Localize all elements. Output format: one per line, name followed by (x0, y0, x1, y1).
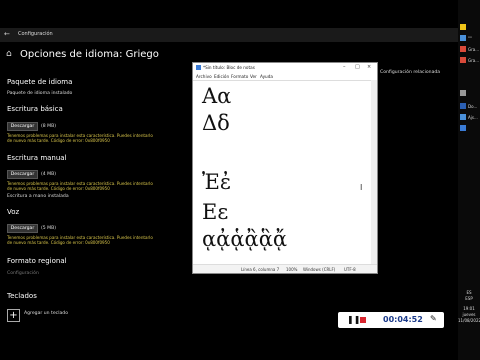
keyboards-heading: Teclados (7, 292, 37, 300)
clock-time[interactable]: 19:01 (458, 306, 480, 311)
voice-heading: Voz (7, 208, 20, 216)
app-icon (460, 114, 466, 120)
taskbar-item[interactable]: "" (458, 33, 480, 44)
status-position: Línea 6, columna 7 (241, 267, 280, 272)
taskbar-item[interactable]: Ajs... (458, 112, 480, 123)
handwriting-size: (4 MB) (41, 172, 57, 177)
voice-size: (5 MB) (41, 226, 57, 231)
taskbar-item[interactable] (458, 123, 480, 134)
back-arrow-icon[interactable]: ← (4, 30, 10, 38)
app-icon (460, 46, 466, 52)
app-icon (460, 57, 466, 63)
language-pack-heading: Paquete de idioma (7, 78, 73, 86)
recording-timer: 00:04:52 (383, 315, 423, 324)
text-line: Εε (202, 200, 229, 224)
notepad-app-icon (196, 65, 201, 70)
notepad-menubar: Archivo Edición Formato Ver Ayuda (193, 72, 377, 81)
settings-titlebar: ← Configuración (0, 28, 458, 42)
language-pack-status: Paquete de idioma instalado (7, 91, 73, 96)
text-cursor-icon: I (360, 183, 363, 192)
related-settings-label: Configuración relacionada (380, 70, 441, 75)
status-zoom: 100% (286, 267, 298, 272)
regional-format-settings-link[interactable]: Configuración (7, 271, 39, 276)
add-keyboard-icon[interactable]: + (7, 309, 20, 322)
notepad-icon (460, 125, 466, 131)
taskbar-item[interactable]: Gra... (458, 55, 480, 66)
handwriting-heading: Escritura manual (7, 154, 67, 162)
language-indicator[interactable]: ES (458, 290, 480, 295)
handwriting-error: Tenemos problemas para instalar esta car… (7, 181, 153, 191)
menu-formato[interactable]: Formato (231, 74, 248, 79)
stop-icon[interactable] (360, 317, 366, 323)
pen-icon[interactable]: ✎ (430, 314, 437, 323)
taskbar-item[interactable]: Do... (458, 101, 480, 112)
menu-edicion[interactable]: Edición (214, 74, 229, 79)
notepad-window: *Sin título: Bloc de notas – □ × Archivo… (192, 62, 378, 274)
home-icon: ⌂ (6, 49, 12, 59)
status-eol: Windows (CRLF) (303, 267, 336, 272)
voice-download-button[interactable]: Descargar (7, 224, 38, 233)
notepad-titlebar: *Sin título: Bloc de notas – □ × (193, 63, 377, 72)
pause-icon[interactable]: ❚❚ (347, 315, 360, 324)
notepad-title: *Sin título: Bloc de notas (203, 65, 255, 70)
page-title: Opciones de idioma: Griego (20, 49, 159, 60)
app-icon (460, 35, 466, 41)
recorder-bar: ❚❚ 00:04:52 ✎ (338, 312, 444, 328)
taskbar-item[interactable]: Gra... (458, 44, 480, 55)
locale-indicator: ESP (465, 296, 473, 301)
menu-ayuda[interactable]: Ayuda (260, 74, 273, 79)
menu-ver[interactable]: Ver (250, 74, 257, 79)
basic-typing-heading: Escritura básica (7, 105, 63, 113)
minimize-icon[interactable]: – (343, 64, 346, 70)
maximize-icon[interactable]: □ (355, 64, 360, 70)
regional-format-heading: Formato regional (7, 257, 67, 265)
taskbar: "" Gra... Gra... Do... Ajs... ES ESP 19:… (458, 0, 480, 360)
taskbar-item[interactable] (458, 88, 480, 99)
settings-app-title: Configuración (18, 31, 53, 37)
basic-typing-download-button[interactable]: Descargar (7, 122, 38, 131)
text-line: ᾳᾀᾁᾂᾃᾄ (202, 227, 288, 251)
close-icon[interactable]: × (367, 64, 371, 70)
clock-day: jueves (462, 312, 476, 317)
menu-archivo[interactable]: Archivo (196, 74, 212, 79)
clock-date: 11/08/2022 (458, 318, 480, 323)
add-keyboard-label[interactable]: Agregar un teclado (24, 311, 68, 316)
taskbar-item[interactable] (458, 22, 480, 33)
text-line: Αα (202, 84, 232, 108)
basic-typing-error: Tenemos problemas para instalar esta car… (7, 133, 153, 143)
text-line: Ἐἐ (202, 170, 232, 194)
handwriting-status: Escritura a mano instalada (7, 194, 69, 199)
text-line: Δδ (202, 111, 230, 135)
gear-icon (460, 90, 466, 96)
notepad-statusbar: Línea 6, columna 7 100% Windows (CRLF) U… (193, 264, 377, 273)
basic-typing-size: (8 MB) (41, 124, 57, 129)
voice-error: Tenemos problemas para instalar esta car… (7, 235, 153, 245)
word-icon (460, 103, 466, 109)
desktop: ← Configuración ⌂ Opciones de idioma: Gr… (0, 0, 480, 360)
handwriting-download-button[interactable]: Descargar (7, 170, 38, 179)
status-encoding: UTF-8 (344, 267, 356, 272)
folder-icon (460, 24, 466, 30)
vertical-scrollbar[interactable] (371, 80, 377, 267)
